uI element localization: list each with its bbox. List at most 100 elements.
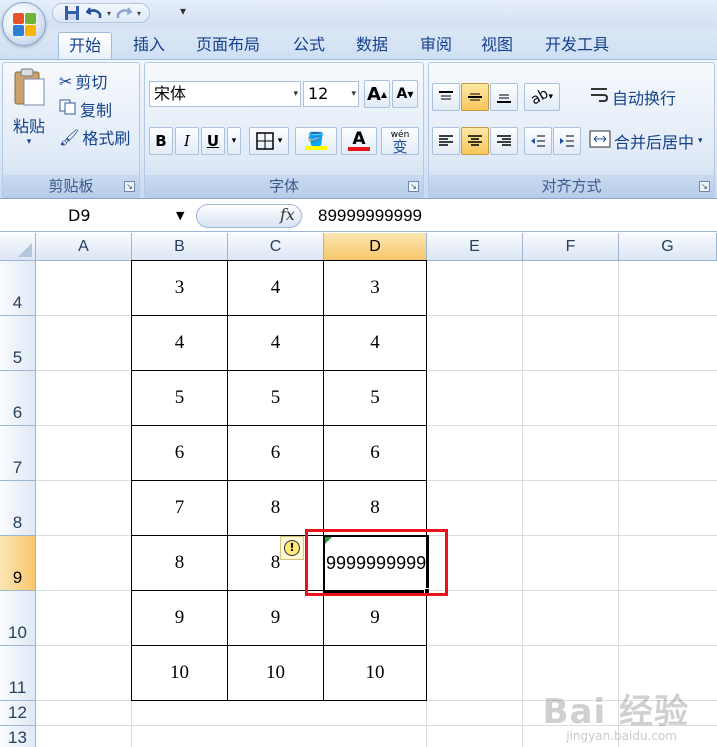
cell-b9[interactable]: 8 (131, 536, 228, 591)
underline-button[interactable]: U (201, 127, 225, 155)
chevron-down-icon[interactable]: ▾ (351, 82, 356, 106)
font-color-button[interactable]: A (341, 127, 377, 155)
align-left-button[interactable] (432, 127, 460, 155)
column-header-g[interactable]: G (619, 233, 717, 261)
font-size-combo[interactable]: 12 ▾ (303, 81, 359, 107)
formula-input[interactable]: 89999999999 (318, 204, 422, 228)
chevron-down-icon[interactable]: ▾ (293, 82, 298, 106)
name-box[interactable]: D9 (0, 204, 192, 228)
column-header-b[interactable]: B (132, 233, 228, 261)
cell-d7[interactable]: 6 (324, 426, 427, 481)
column-header-d[interactable]: D (324, 233, 427, 261)
cell-c9[interactable]: 8 (228, 536, 324, 591)
italic-button[interactable]: I (175, 127, 199, 155)
column-header-a[interactable]: A (36, 233, 132, 261)
cell-d6[interactable]: 5 (324, 371, 427, 426)
cell-b10[interactable]: 9 (131, 591, 228, 646)
tab-page-layout[interactable]: 页面布局 (186, 32, 270, 60)
undo-icon[interactable] (85, 5, 103, 21)
name-box-dropdown-icon[interactable]: ▼ (176, 204, 184, 228)
merge-center-button[interactable]: 合并后居中 ▾ (589, 129, 703, 153)
cell-d4[interactable]: 3 (324, 261, 427, 316)
cell-d5[interactable]: 4 (324, 316, 427, 371)
clipboard-icon (14, 68, 45, 106)
cell-c7[interactable]: 6 (228, 426, 324, 481)
tab-home[interactable]: 开始 (58, 32, 113, 60)
increase-indent-button[interactable] (553, 127, 581, 155)
row-header-12[interactable]: 12 (0, 701, 36, 726)
cell-b6[interactable]: 5 (131, 371, 228, 426)
row-header-6[interactable]: 6 (0, 371, 36, 426)
wrap-text-button[interactable]: 自动换行 (589, 85, 676, 109)
borders-button[interactable]: ▾ (249, 127, 289, 155)
row-header-5[interactable]: 5 (0, 316, 36, 371)
cut-button[interactable]: ✂ 剪切 (59, 69, 107, 93)
chevron-down-icon[interactable]: ▾ (278, 136, 283, 146)
row-header-9[interactable]: 9 (0, 536, 36, 591)
tab-view[interactable]: 视图 (471, 32, 523, 60)
fill-handle[interactable] (424, 588, 430, 594)
save-icon[interactable] (63, 5, 81, 21)
tab-insert[interactable]: 插入 (123, 32, 175, 60)
orientation-button[interactable]: ab ▾ (524, 83, 560, 111)
column-header-c[interactable]: C (228, 233, 324, 261)
cell-b7[interactable]: 6 (131, 426, 228, 481)
underline-dropdown-icon[interactable]: ▾ (227, 127, 241, 155)
cell-b11[interactable]: 10 (131, 646, 228, 701)
select-all-corner[interactable] (0, 233, 36, 261)
align-bottom-button[interactable] (490, 83, 518, 111)
grow-font-button[interactable]: A ▲ (364, 80, 390, 108)
row-header-7[interactable]: 7 (0, 426, 36, 481)
format-painter-button[interactable]: 🖌 格式刷 (59, 125, 130, 149)
undo-dropdown-icon[interactable]: ▾ (107, 9, 111, 18)
alignment-launcher-icon[interactable]: ↘ (699, 181, 710, 192)
cell-c8[interactable]: 8 (228, 481, 324, 536)
customize-toolbar-icon[interactable]: ▾ (180, 4, 186, 18)
cell-c11[interactable]: 10 (228, 646, 324, 701)
copy-button[interactable]: 复制 (59, 97, 112, 121)
align-top-button[interactable] (432, 83, 460, 111)
phonetic-button[interactable]: wén 变 (381, 127, 419, 155)
office-button[interactable] (2, 2, 46, 46)
cell-d10[interactable]: 9 (324, 591, 427, 646)
clipboard-launcher-icon[interactable]: ↘ (124, 181, 135, 192)
align-center-button[interactable] (461, 127, 489, 155)
row-header-13[interactable]: 13 (0, 726, 36, 747)
paste-dropdown-icon[interactable]: ▾ (27, 137, 32, 147)
column-header-e[interactable]: E (427, 233, 523, 261)
cell-b4[interactable]: 3 (131, 261, 228, 316)
cell-c4[interactable]: 4 (228, 261, 324, 316)
row-header-10[interactable]: 10 (0, 591, 36, 646)
cell-d11[interactable]: 10 (324, 646, 427, 701)
shrink-font-button[interactable]: A ▼ (392, 80, 418, 108)
worksheet-grid[interactable]: A B C D E F G 4 5 6 7 8 9 10 11 12 13 3 … (0, 233, 717, 747)
chevron-down-icon[interactable]: ▾ (698, 136, 703, 146)
bold-button[interactable]: B (149, 127, 173, 155)
fill-color-button[interactable]: 🪣 (295, 127, 337, 155)
cell-d8[interactable]: 8 (324, 481, 427, 536)
cell-c10[interactable]: 9 (228, 591, 324, 646)
paste-button[interactable]: 粘贴 ▾ (7, 67, 51, 167)
tab-developer[interactable]: 开发工具 (535, 32, 619, 60)
cell-b8[interactable]: 7 (131, 481, 228, 536)
row-header-11[interactable]: 11 (0, 646, 36, 701)
align-right-button[interactable] (490, 127, 518, 155)
decrease-indent-button[interactable] (524, 127, 552, 155)
font-name-combo[interactable]: 宋体 ▾ (149, 81, 301, 107)
row-header-4[interactable]: 4 (0, 261, 36, 316)
redo-dropdown-icon[interactable]: ▾ (137, 9, 141, 18)
column-header-f[interactable]: F (523, 233, 619, 261)
insert-function-icon[interactable]: fx (280, 205, 295, 224)
align-middle-button[interactable] (461, 83, 489, 111)
font-launcher-icon[interactable]: ↘ (408, 181, 419, 192)
cell-c6[interactable]: 5 (228, 371, 324, 426)
cell-d9[interactable]: 9999999999 (324, 536, 427, 591)
error-smart-tag[interactable]: ! (280, 536, 304, 560)
row-header-8[interactable]: 8 (0, 481, 36, 536)
tab-data[interactable]: 数据 (346, 32, 398, 60)
redo-icon[interactable] (115, 5, 133, 21)
tab-review[interactable]: 审阅 (410, 32, 462, 60)
cell-b5[interactable]: 4 (131, 316, 228, 371)
cell-c5[interactable]: 4 (228, 316, 324, 371)
tab-formulas[interactable]: 公式 (283, 32, 335, 60)
